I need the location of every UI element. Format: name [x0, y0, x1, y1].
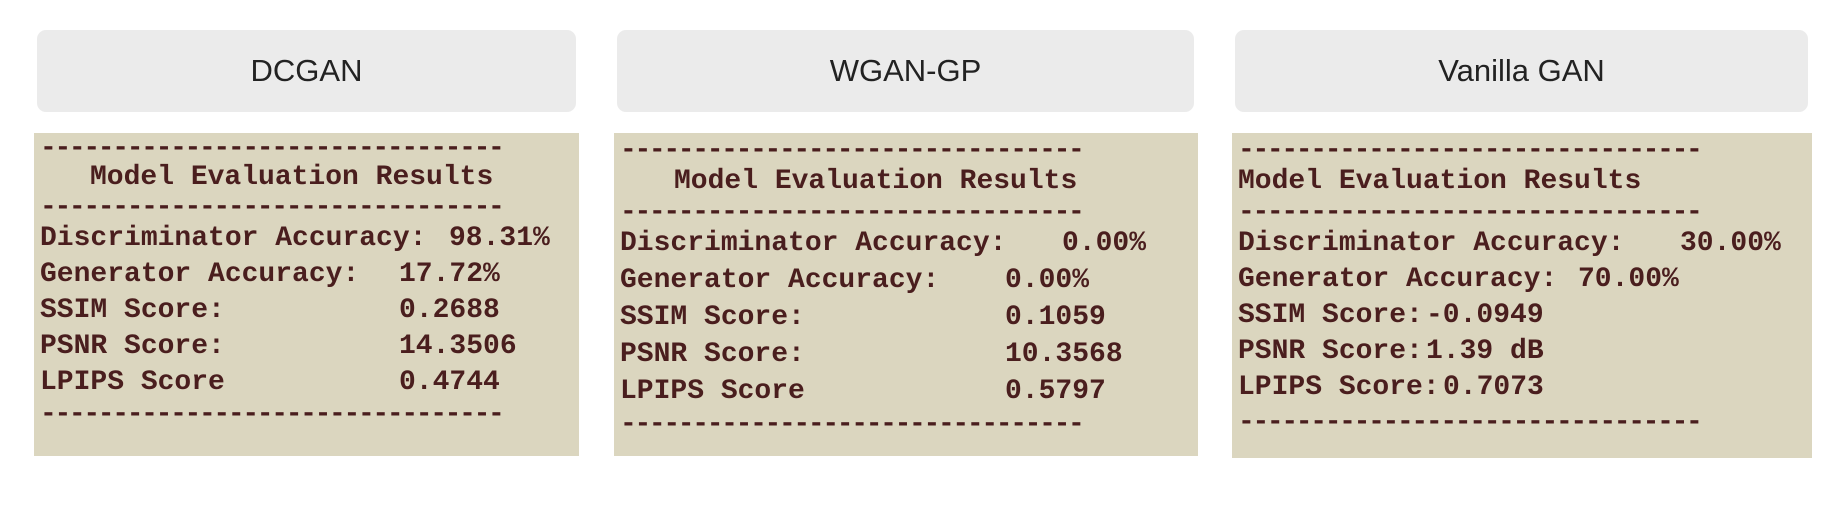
metric-value-ssim: 0.2688	[399, 295, 500, 326]
metric-label-psnr: PSNR Score:	[620, 339, 805, 370]
metric-label-ssim: SSIM Score:	[620, 302, 805, 333]
tab-vanilla-gan[interactable]: Vanilla GAN	[1235, 30, 1808, 112]
metric-value-psnr: 14.3506	[399, 331, 517, 362]
tab-dcgan-label: DCGAN	[250, 53, 363, 88]
metric-label-lpips: LPIPS Score	[40, 367, 225, 398]
metric-label-generator-accuracy: Generator Accuracy:	[40, 259, 360, 290]
metric-label-discriminator-accuracy: Discriminator Accuracy:	[1238, 228, 1625, 259]
metric-value-ssim: 0.1059	[1005, 302, 1106, 333]
tab-wgan-gp-label: WGAN-GP	[829, 53, 982, 88]
metric-label-generator-accuracy: Generator Accuracy:	[620, 265, 940, 296]
metric-value-lpips: 0.4744	[399, 367, 500, 398]
metric-label-generator-accuracy: Generator Accuracy:	[1238, 264, 1558, 295]
results-panel-dcgan: -------------------------------- Model E…	[34, 133, 579, 456]
divider-bottom: --------------------------------	[1238, 407, 1703, 438]
tab-dcgan[interactable]: DCGAN	[37, 30, 576, 112]
metric-value-lpips: 0.5797	[1005, 376, 1106, 407]
tab-vanilla-gan-label: Vanilla GAN	[1438, 53, 1605, 88]
metric-label-discriminator-accuracy: Discriminator Accuracy:	[620, 228, 1007, 259]
metric-value-lpips: 0.7073	[1443, 372, 1544, 403]
metric-value-discriminator-accuracy: 30.00%	[1680, 228, 1781, 259]
metric-label-ssim: SSIM Score:	[40, 295, 225, 326]
metric-value-discriminator-accuracy: 98.31%	[449, 223, 550, 254]
metric-value-psnr: 1.39 dB	[1426, 336, 1544, 367]
results-panel-wgan-gp: -------------------------------- Model E…	[614, 133, 1198, 456]
metric-label-lpips: LPIPS Score	[620, 376, 805, 407]
tab-wgan-gp[interactable]: WGAN-GP	[617, 30, 1194, 112]
metric-label-psnr: PSNR Score:	[40, 331, 225, 362]
metric-value-generator-accuracy: 0.00%	[1005, 265, 1090, 296]
metric-value-ssim: -0.0949	[1426, 300, 1544, 331]
divider-bottom: --------------------------------	[620, 409, 1085, 440]
metric-value-psnr: 10.3568	[1005, 339, 1123, 370]
results-panel-vanilla-gan: -------------------------------- Model E…	[1232, 133, 1812, 458]
metric-value-discriminator-accuracy: 0.00%	[1062, 228, 1147, 259]
metric-value-generator-accuracy: 70.00%	[1578, 264, 1679, 295]
metric-label-lpips: LPIPS Score:	[1238, 372, 1440, 403]
metric-label-psnr: PSNR Score:	[1238, 336, 1423, 367]
divider-bottom: --------------------------------	[40, 399, 505, 430]
metric-label-discriminator-accuracy: Discriminator Accuracy:	[40, 223, 427, 254]
metric-label-ssim: SSIM Score:	[1238, 300, 1423, 331]
metric-value-generator-accuracy: 17.72%	[399, 259, 500, 290]
